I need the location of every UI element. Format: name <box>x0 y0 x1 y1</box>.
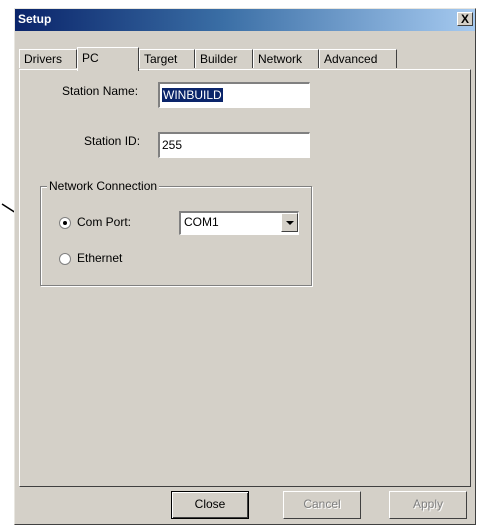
apply-button-label: Apply <box>412 497 444 511</box>
close-window-button[interactable]: X <box>457 12 473 26</box>
cancel-button-label: Cancel <box>303 497 341 511</box>
com-port-label: Com Port: <box>77 215 132 229</box>
tab-drivers-label: Drivers <box>24 52 62 66</box>
tab-network-label: Network <box>258 52 303 66</box>
setup-dialog: Setup X Drivers PC Target Builder Networ… <box>14 8 476 525</box>
com-port-dropdown-button[interactable] <box>281 213 298 232</box>
station-id-label: Station ID: <box>84 134 141 148</box>
tab-drivers[interactable]: Drivers <box>19 49 77 68</box>
com-port-select[interactable]: COM1 <box>179 211 299 235</box>
tab-network[interactable]: Network <box>253 49 319 68</box>
radio-selected-dot <box>63 221 67 225</box>
cancel-button[interactable]: Cancel <box>283 491 361 519</box>
window-title: Setup <box>18 12 52 26</box>
pc-tab-panel: Station Name: WINBUILD Station ID: 255 N… <box>19 69 471 487</box>
ethernet-radio[interactable] <box>59 253 71 265</box>
com-port-selected-value: COM1 <box>184 215 219 229</box>
tab-advanced[interactable]: Advanced <box>319 49 397 68</box>
title-bar[interactable]: Setup X <box>15 9 475 31</box>
tab-pc-label: PC <box>82 51 99 65</box>
network-connection-group: Network Connection Com Port: COM1 Ethern… <box>40 179 312 286</box>
network-connection-legend: Network Connection <box>47 179 160 193</box>
tab-target[interactable]: Target <box>139 49 195 68</box>
station-id-value: 255 <box>162 138 183 152</box>
tab-strip: Drivers PC Target Builder Network Advanc… <box>19 47 471 71</box>
screenshot-stage: Setup X Drivers PC Target Builder Networ… <box>0 0 479 529</box>
com-port-radio[interactable] <box>59 217 71 229</box>
station-name-label: Station Name: <box>62 84 139 98</box>
tab-builder[interactable]: Builder <box>195 49 253 68</box>
apply-button[interactable]: Apply <box>389 491 467 519</box>
tab-target-label: Target <box>144 52 178 66</box>
tab-pc[interactable]: PC <box>77 47 139 71</box>
close-button[interactable]: Close <box>171 491 249 519</box>
close-icon: X <box>460 12 469 26</box>
chevron-down-icon <box>286 221 294 225</box>
close-button-label: Close <box>194 497 226 511</box>
tab-builder-label: Builder <box>200 52 238 66</box>
ethernet-label: Ethernet <box>77 251 123 265</box>
station-name-value: WINBUILD <box>162 88 223 102</box>
tab-advanced-label: Advanced <box>324 52 378 66</box>
station-name-input[interactable]: WINBUILD <box>158 82 310 108</box>
station-id-input[interactable]: 255 <box>158 132 310 158</box>
